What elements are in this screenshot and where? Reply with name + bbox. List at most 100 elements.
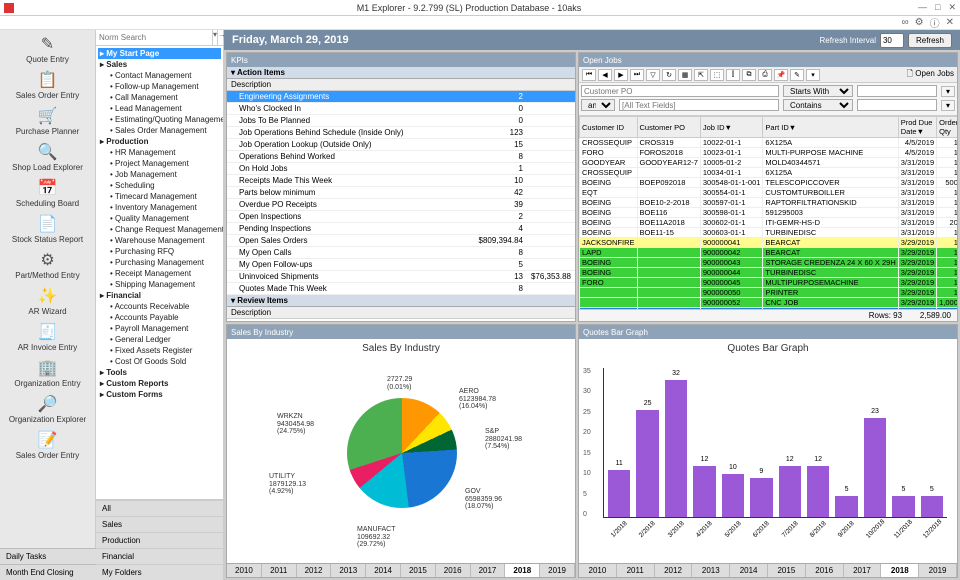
year-tab[interactable]: 2016 [436,564,471,577]
refresh-button[interactable]: Refresh [908,33,952,48]
shortcut-sales-order-entry[interactable]: 📝Sales Order Entry [16,430,80,460]
kpi-row[interactable]: Overdue PO Receipts39 [227,199,575,211]
tree-node[interactable]: • Warehouse Management [98,235,221,246]
kpi-row[interactable]: Open Inspections2 [227,211,575,223]
copy-icon[interactable]: ⧉ [742,69,756,81]
first-icon[interactable]: ⏮ [582,69,596,81]
tree-node[interactable]: • Quality Management [98,213,221,224]
kpi-row[interactable]: Open Sales Orders$809,394.84 [227,235,575,247]
kpi-row[interactable]: On Hold Jobs1 [227,163,575,175]
year-tab[interactable]: 2014 [730,564,768,577]
shortcut-ar-wizard[interactable]: ✨AR Wizard [28,286,66,316]
kpi-row[interactable]: Quotes Made This Week8 [227,283,575,295]
kpi-row[interactable]: Operations Behind Worked8 [227,151,575,163]
tree-node[interactable]: ▸ Custom Forms [98,389,221,400]
tree-node[interactable]: • Call Management [98,92,221,103]
tree-tab[interactable]: All [96,500,223,516]
tree-node[interactable]: • Sales Order Management [98,125,221,136]
tree-node[interactable]: • General Ledger [98,334,221,345]
table-row[interactable]: FORO900000045MULTIPURPOSEMACHINE3/29/201… [580,278,958,288]
tree-tab[interactable]: Sales [96,516,223,532]
export-icon[interactable]: ⬚ [710,69,724,81]
filter-clear2-icon[interactable]: ▾ [941,100,955,111]
filter-op1[interactable]: Starts With [783,85,853,97]
col-header[interactable]: Customer ID [580,117,638,138]
table-row[interactable]: 900000050PRINTER3/29/20191.00 [580,288,958,298]
table-row[interactable]: BOEING900000043STORAGE CREDENZA 24 X 60 … [580,258,958,268]
table-row[interactable]: BOEINGBOE11A2018300602-01-1ITI-GEMR-HS-D… [580,218,958,228]
shortcut-quote-entry[interactable]: ✎Quote Entry [26,34,69,64]
shortcut-purchase-planner[interactable]: 🛒Purchase Planner [16,106,80,136]
columns-icon[interactable]: ⫿ [726,69,740,81]
table-row[interactable]: BOEING900000044TURBINEDISC3/29/20191.00 [580,268,958,278]
refresh-icon[interactable]: ↻ [662,69,676,81]
tree-node[interactable]: • Scheduling [98,180,221,191]
col-header[interactable]: Customer PO [637,117,700,138]
tree-node[interactable]: • Job Management [98,169,221,180]
tree-node[interactable]: • Inventory Management [98,202,221,213]
tree-node[interactable]: • Fixed Assets Register [98,345,221,356]
exit-icon[interactable]: ✕ [946,17,954,28]
year-tab[interactable]: 2019 [540,564,575,577]
year-tab[interactable]: 2012 [655,564,693,577]
kpi-section[interactable]: ▾ Review Items [227,295,575,307]
table-row[interactable]: FOROFOROS201810023-01-1MULTI-PURPOSE MAC… [580,148,958,158]
year-tab[interactable]: 2011 [617,564,655,577]
shortcut-organization-entry[interactable]: 🏢Organization Entry [14,358,80,388]
year-tab[interactable]: 2017 [844,564,882,577]
tree-node[interactable]: ▸ Production [98,136,221,147]
col-header[interactable]: Part ID▼ [763,117,898,138]
kpi-row[interactable]: Who's Clocked In0 [227,103,575,115]
year-tab[interactable]: 2016 [806,564,844,577]
tree-tab[interactable]: My Folders [96,564,223,580]
filter-icon[interactable]: ▽ [646,69,660,81]
tree-node[interactable]: • Accounts Payable [98,312,221,323]
col-header[interactable]: Order Qty [937,117,957,138]
shortcut-scheduling-board[interactable]: 📅Scheduling Board [16,178,79,208]
tree-node[interactable]: ▸ My Start Page [98,48,221,59]
tree-node[interactable]: • Payroll Management [98,323,221,334]
col-header[interactable]: Prod Due Date▼ [898,117,936,138]
table-row[interactable]: BOEINGBOEP092018300548-01-1-001TELESCOPI… [580,178,958,188]
year-tab[interactable]: 2013 [692,564,730,577]
grid-icon[interactable]: ▦ [678,69,692,81]
last-icon[interactable]: ⏭ [630,69,644,81]
tree-node[interactable]: • Lead Management [98,103,221,114]
kpi-row[interactable]: Jobs To Be Planned0 [227,115,575,127]
tree-node[interactable]: • Project Management [98,158,221,169]
maximize-icon[interactable]: □ [935,2,940,13]
shortcut-shop-load-explorer[interactable]: 🔍Shop Load Explorer [12,142,83,172]
year-tab[interactable]: 2019 [919,564,957,577]
shortcut-ar-invoice-entry[interactable]: 🧾AR Invoice Entry [18,322,78,352]
tree-tab[interactable]: Production [96,532,223,548]
search-input[interactable] [96,30,212,45]
strip-item[interactable]: Month End Closing [0,564,96,580]
tree-node[interactable]: ▸ Sales [98,59,221,70]
filter-op2[interactable]: Contains [783,99,853,111]
kpi-row[interactable]: Receipts Made This Week10 [227,175,575,187]
minimize-icon[interactable]: — [918,2,927,13]
shortcut-stock-status-report[interactable]: 📄Stock Status Report [12,214,83,244]
tree-node[interactable]: • Follow-up Management [98,81,221,92]
kpi-row[interactable]: Sales By Customer (Last 12 Months)19 [227,319,575,321]
kpi-row[interactable]: Uninvoiced Shipments13$76,353.88 [227,271,575,283]
year-tab[interactable]: 2015 [401,564,436,577]
year-tab[interactable]: 2011 [262,564,297,577]
table-row[interactable]: CROSSEQUIPCROS31910022-01-16X125A4/5/201… [580,138,958,148]
tree-node[interactable]: • Receipt Management [98,268,221,279]
tool-icon[interactable]: ✎ [790,69,804,81]
table-row[interactable]: BOEINGBOE116300598-01-15912950033/31/201… [580,208,958,218]
kpi-row[interactable]: Pending Inspections4 [227,223,575,235]
info-icon[interactable]: ⓘ [930,15,940,30]
table-row[interactable]: EQT300554-01-1CUSTOMTURBOILLER3/31/20191… [580,188,958,198]
table-row[interactable]: JACKSONFIRE900000041BEARCAT3/29/20191.00 [580,238,958,248]
kpi-row[interactable]: Job Operations Behind Schedule (Inside O… [227,127,575,139]
filter-val1[interactable] [857,85,937,97]
help-icon[interactable]: ∞ [902,17,909,28]
shortcut-sales-order-entry[interactable]: 📋Sales Order Entry [16,70,80,100]
filter-clear-icon[interactable]: ▾ [941,86,955,97]
col-header[interactable]: Job ID▼ [700,117,763,138]
kpi-row[interactable]: My Open Follow-ups5 [227,259,575,271]
year-tab[interactable]: 2018 [505,564,540,577]
shortcut-part/method-entry[interactable]: ⚙Part/Method Entry [15,250,79,280]
